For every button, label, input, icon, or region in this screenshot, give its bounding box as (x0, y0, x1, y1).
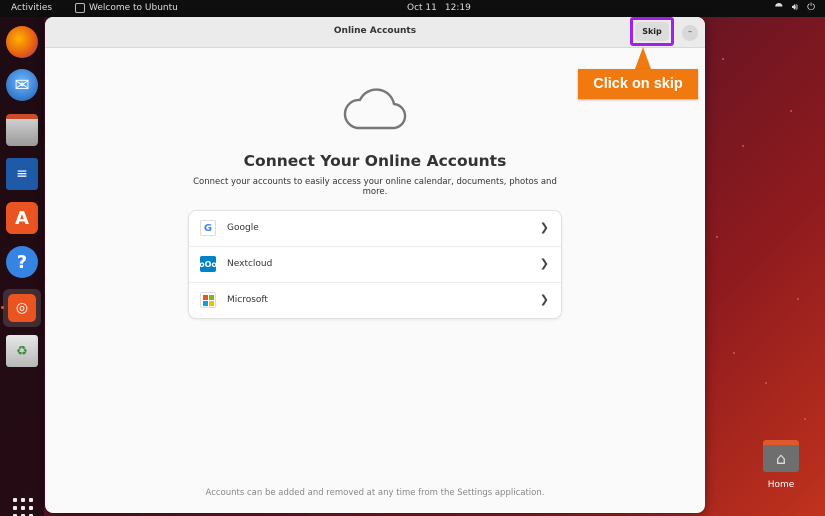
clock-time: 12:19 (444, 3, 471, 13)
chevron-right-icon: ❯ (539, 221, 549, 234)
system-tray[interactable]: ⯊ 🔊︎ ⏻ (775, 2, 815, 13)
chevron-right-icon: ❯ (539, 257, 549, 270)
activities-button[interactable]: Activities (11, 3, 52, 13)
dock: ✉ ≡ A ? ◎ ♻ (0, 17, 44, 516)
app-menu[interactable]: Welcome to Ubuntu (75, 3, 178, 13)
account-row-microsoft[interactable]: Microsoft ❯ (189, 282, 561, 317)
home-folder[interactable]: ⌂ Home (757, 440, 805, 490)
callout-label: Click on skip (578, 69, 698, 99)
power-icon: ⏻ (807, 2, 815, 13)
grid-icon[interactable] (13, 498, 33, 516)
files-icon[interactable] (6, 114, 38, 146)
page-heading: Connect Your Online Accounts (243, 152, 507, 170)
ubuntu-welcome-icon: ◎ (8, 294, 36, 322)
firefox-icon[interactable] (6, 26, 38, 58)
account-row-nextcloud[interactable]: oOo Nextcloud ❯ (189, 246, 561, 281)
app-center-icon[interactable]: A (6, 202, 38, 234)
thunderbird-icon[interactable]: ✉ (6, 69, 38, 101)
footer-note: Accounts can be added and removed at any… (205, 488, 545, 498)
microsoft-icon (200, 292, 216, 308)
writer-icon[interactable]: ≡ (6, 158, 38, 190)
nextcloud-icon: oOo (199, 256, 217, 272)
account-row-google[interactable]: G Google ❯ (189, 211, 561, 246)
page-subtitle: Connect your accounts to easily access y… (193, 177, 557, 197)
top-bar: Activities Welcome to Ubuntu Oct 11 12:1… (0, 0, 825, 17)
clock[interactable]: Oct 11 12:19 (407, 3, 471, 13)
app-menu-icon (75, 3, 85, 13)
accounts-list: G Google ❯ oOo Nextcloud ❯ Microsoft ❯ (189, 211, 561, 318)
main-content: Connect Your Online Accounts Connect you… (45, 48, 705, 513)
account-label: Nextcloud (227, 259, 273, 269)
home-folder-label: Home (767, 480, 795, 490)
account-label: Microsoft (227, 295, 268, 305)
running-indicator (1, 306, 4, 309)
skip-button[interactable]: Skip (635, 22, 669, 41)
chevron-right-icon: ❯ (539, 293, 549, 306)
trash-icon[interactable]: ♻ (6, 335, 38, 367)
home-folder-icon: ⌂ (763, 440, 799, 472)
cloud-icon (343, 88, 407, 130)
ubuntu-welcome-launcher[interactable]: ◎ (3, 289, 41, 327)
help-icon[interactable]: ? (6, 246, 38, 278)
account-label: Google (227, 223, 259, 233)
google-icon: G (200, 220, 216, 236)
clock-date: Oct 11 (407, 3, 437, 13)
network-icon: ⯊ (774, 2, 783, 13)
volume-icon: 🔊︎ (791, 2, 799, 13)
app-menu-label: Welcome to Ubuntu (89, 3, 178, 13)
window-title: Online Accounts (333, 26, 417, 36)
minimize-button[interactable]: – (682, 25, 698, 41)
callout-arrow (635, 47, 651, 69)
header-bar: Online Accounts Skip – (45, 17, 705, 48)
